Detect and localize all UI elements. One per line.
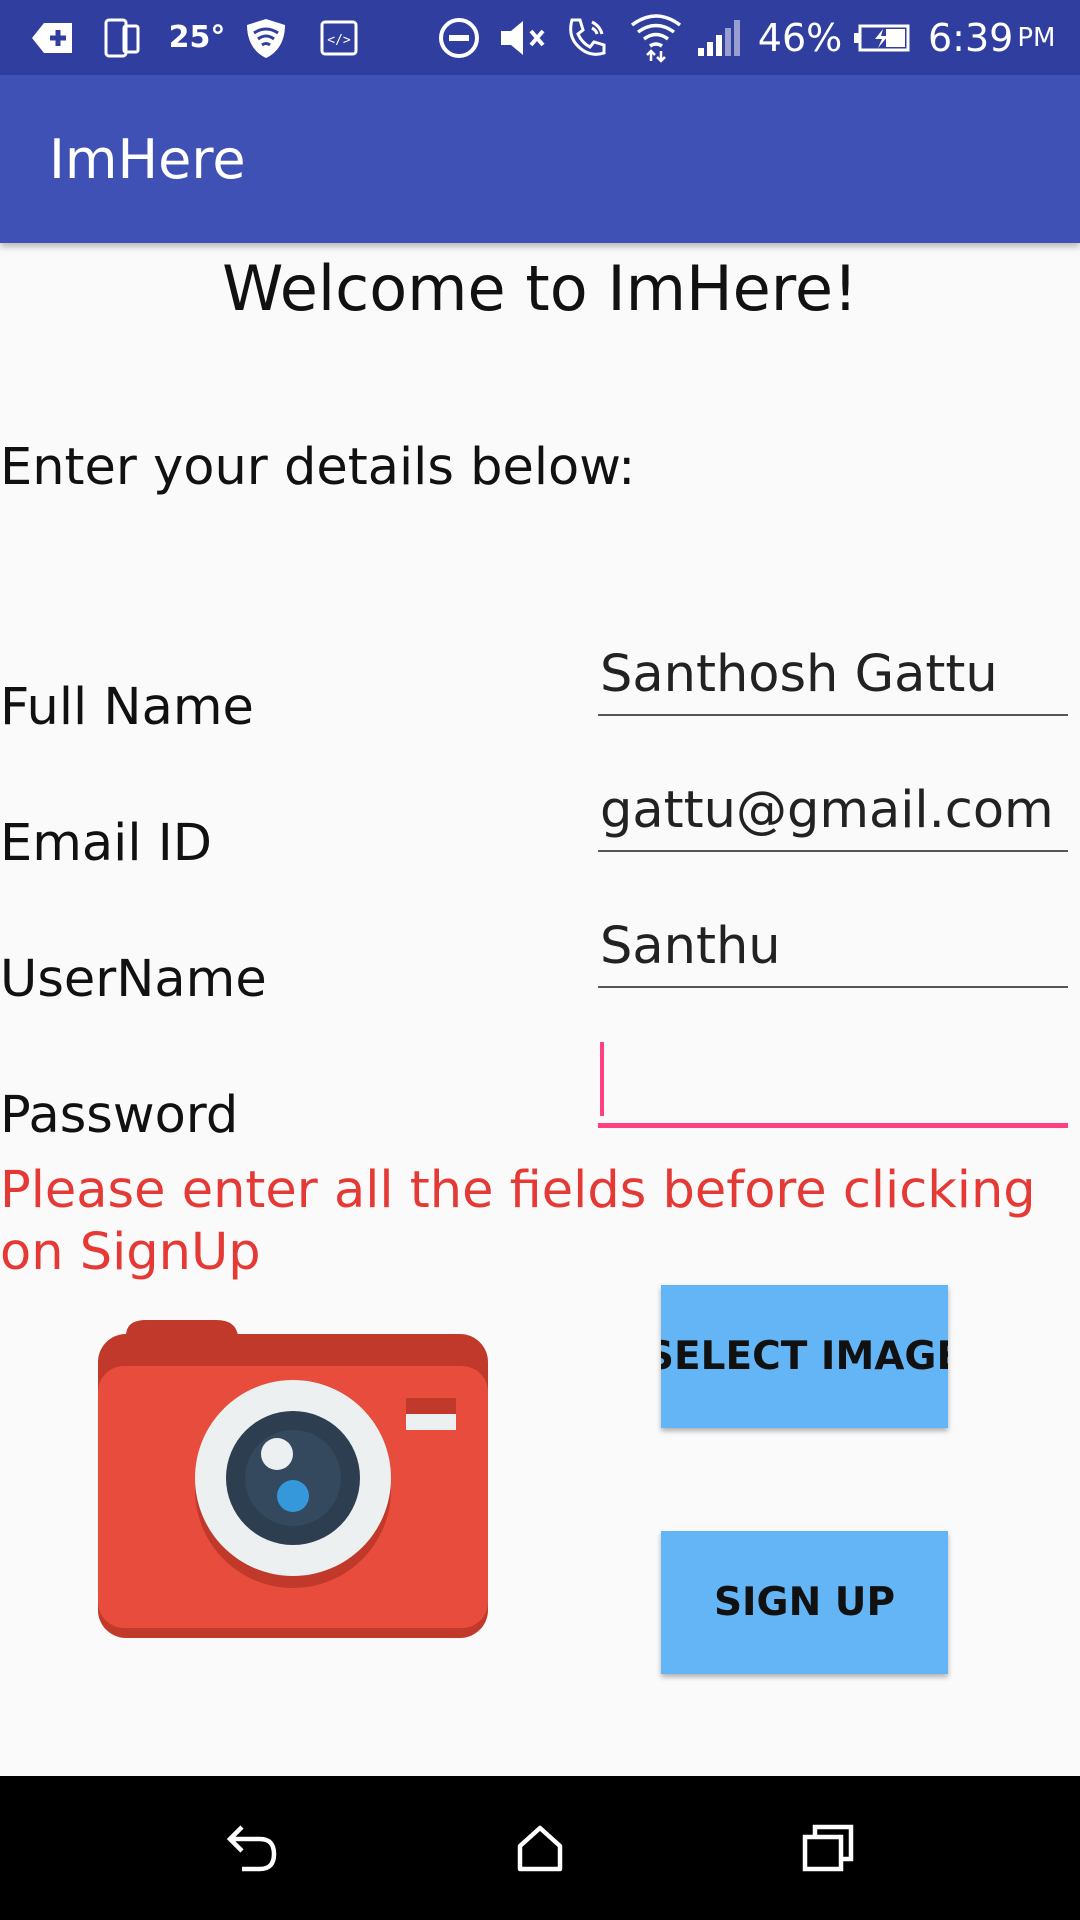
password-input[interactable] <box>598 1046 1068 1128</box>
recents-icon[interactable] <box>748 1776 908 1920</box>
temperature-text: 25° <box>168 20 226 55</box>
navigation-bar <box>0 1776 1080 1920</box>
app-title: ImHere <box>49 127 246 191</box>
email-label: Email ID <box>0 814 213 873</box>
welcome-heading: Welcome to ImHere! <box>222 252 858 325</box>
email-input[interactable]: gattu@gmail.com <box>598 770 1068 852</box>
app-bar: ImHere <box>0 75 1080 243</box>
sign-up-button[interactable]: SIGN UP <box>661 1531 948 1674</box>
home-icon[interactable] <box>460 1776 620 1920</box>
full-name-input[interactable]: Santhosh Gattu <box>598 634 1068 716</box>
username-label: UserName <box>0 950 267 1009</box>
back-icon[interactable] <box>172 1776 332 1920</box>
username-input[interactable]: Santhu <box>598 906 1068 988</box>
wifi-calling-icon <box>562 0 612 75</box>
shield-icon <box>241 0 291 75</box>
battery-percent-text: 46% <box>757 15 843 60</box>
wifi-icon <box>628 0 684 75</box>
password-label: Password <box>0 1086 239 1145</box>
phone-screen-icon <box>100 0 144 75</box>
clock: 6:39 PM <box>928 15 1056 60</box>
volume-muted-icon <box>496 0 550 75</box>
text-cursor <box>600 1042 604 1116</box>
cellular-signal-icon <box>694 0 746 75</box>
do-not-disturb-icon <box>436 0 482 75</box>
camera-icon[interactable] <box>96 1318 490 1640</box>
code-icon: </> <box>316 0 362 75</box>
add-notification-icon <box>26 0 78 75</box>
select-image-button[interactable]: SELECT IMAGE <box>661 1285 948 1428</box>
details-subtitle: Enter your details below: <box>0 438 636 497</box>
full-name-label: Full Name <box>0 678 254 737</box>
svg-text:</>: </> <box>327 33 351 48</box>
status-bar: 25° </> 46% 6:39 PM <box>0 0 1080 75</box>
error-message: Please enter all the fields before click… <box>0 1161 1036 1282</box>
battery-charging-icon <box>852 0 912 75</box>
